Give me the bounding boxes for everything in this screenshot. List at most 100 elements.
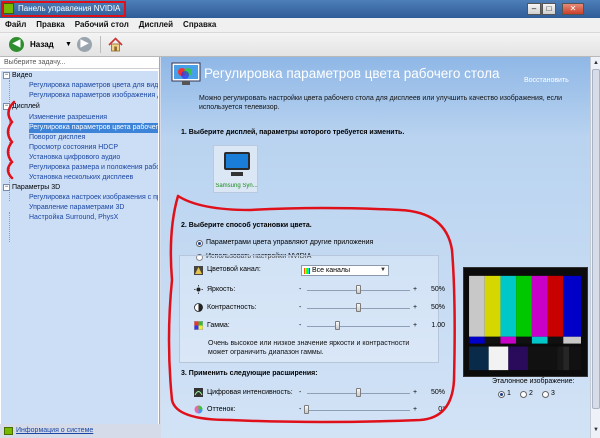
- title-annotation: [1, 1, 126, 17]
- reference-option-3: 3: [551, 390, 555, 397]
- gamma-label: Гамма:: [207, 322, 230, 329]
- contrast-slider-thumb[interactable]: [355, 303, 361, 312]
- color-channel-select[interactable]: Все каналы ▼: [301, 265, 389, 276]
- gamma-value: 1.00: [431, 322, 445, 329]
- reference-option-2: 2: [529, 390, 533, 397]
- maximize-button[interactable]: □: [542, 3, 556, 15]
- color-channel-label: Цветовой канал:: [207, 266, 261, 273]
- page-description: Можно регулировать настройки цвета рабоч…: [199, 95, 563, 111]
- restore-link[interactable]: Восстановить: [524, 77, 569, 84]
- tree-item-selected[interactable]: Регулировка параметров цвета рабочег: [29, 123, 158, 133]
- menu-bar: Файл Правка Рабочий стол Дисплей Справка: [0, 18, 600, 33]
- monitor-icon: [224, 152, 250, 170]
- brightness-icon: [194, 285, 203, 294]
- tree-item[interactable]: Регулировка настроек изображения с пр: [29, 193, 158, 203]
- tree-item[interactable]: Настройка Surround, PhysX: [29, 213, 158, 223]
- reference-radio-3[interactable]: [542, 391, 549, 398]
- hue-label: Оттенок:: [207, 406, 236, 413]
- vibrance-value: 50%: [430, 389, 445, 396]
- back-button-label[interactable]: Назад: [30, 40, 54, 49]
- history-dropdown-icon[interactable]: ▼: [65, 41, 72, 48]
- brightness-value: 50%: [430, 286, 445, 293]
- tree-category-3d[interactable]: − Параметры 3D: [3, 183, 60, 193]
- gamma-slider-thumb[interactable]: [334, 321, 340, 330]
- monitor-stand: [231, 172, 243, 176]
- section-3-heading: 3. Применить следующие расширения:: [181, 370, 318, 377]
- contrast-icon: [194, 303, 203, 312]
- menu-file[interactable]: Файл: [0, 18, 31, 31]
- toolbar: ◀ Назад ▼ ▶: [0, 33, 600, 57]
- brightness-slider-thumb[interactable]: [355, 285, 361, 294]
- tree-item[interactable]: Просмотр состояния HDCP: [29, 143, 158, 153]
- scrollbar-thumb[interactable]: [592, 69, 600, 409]
- gamma-icon: [194, 321, 203, 330]
- collapse-icon[interactable]: −: [3, 183, 10, 191]
- brightness-minus[interactable]: -: [299, 286, 301, 293]
- hue-value: 0°: [438, 406, 445, 413]
- color-swatch-icon: [304, 268, 310, 274]
- close-button[interactable]: ✕: [562, 3, 584, 15]
- contrast-label: Контрастность:: [207, 304, 257, 311]
- page-title: Регулировка параметров цвета рабочего ст…: [204, 66, 500, 81]
- display-name: Samsung Syn...: [215, 183, 258, 189]
- reference-option-1: 1: [507, 390, 511, 397]
- tree-category-display[interactable]: − Дисплей: [3, 102, 40, 112]
- toolbar-separator: [100, 36, 101, 53]
- forward-icon[interactable]: ▶: [77, 37, 92, 52]
- nvidia-info-icon: [4, 427, 13, 435]
- reference-radio-1[interactable]: [498, 391, 505, 398]
- display-selector[interactable]: Samsung Syn...: [213, 145, 258, 193]
- brightness-label: Яркость:: [207, 286, 236, 293]
- contrast-value: 50%: [430, 304, 445, 311]
- color-channel-icon: [194, 266, 203, 275]
- menu-edit[interactable]: Правка: [31, 18, 69, 31]
- section-2-heading: 2. Выберите способ установки цвета.: [181, 222, 312, 229]
- reference-image-caption: Эталонное изображение:: [492, 378, 575, 385]
- tree-item[interactable]: Поворот дисплея: [29, 133, 158, 143]
- tree-item[interactable]: Установка нескольких дисплеев: [29, 173, 158, 183]
- display-color-icon: [171, 62, 201, 85]
- hue-icon: [194, 405, 203, 414]
- home-icon[interactable]: [108, 37, 123, 52]
- digital-vibrance-label: Цифровая интенсивность:: [207, 389, 293, 396]
- menu-desktop[interactable]: Рабочий стол: [70, 18, 134, 31]
- collapse-icon[interactable]: −: [3, 102, 10, 110]
- tree-item[interactable]: Изменение разрешения: [29, 113, 158, 123]
- gamma-warning-note: Очень высокое или низкое значение яркост…: [208, 340, 410, 356]
- chevron-down-icon: ▼: [380, 267, 386, 273]
- section-1-heading: 1. Выберите дисплей, параметры которого …: [181, 129, 405, 136]
- system-info: Информация о системе: [0, 424, 160, 438]
- minimize-button[interactable]: –: [527, 3, 541, 15]
- tree-guide: [9, 212, 10, 242]
- tree-item[interactable]: Регулировка параметров цвета для вид: [29, 81, 158, 91]
- gamma-minus[interactable]: -: [299, 322, 301, 329]
- radio-other-apps[interactable]: [196, 240, 203, 247]
- tree-category-video[interactable]: − Видео: [3, 71, 32, 81]
- digital-vibrance-icon: [194, 388, 203, 397]
- tree-item[interactable]: Управление параметрами 3D: [29, 203, 158, 213]
- back-icon[interactable]: ◀: [9, 37, 24, 52]
- scroll-down-icon[interactable]: ▼: [592, 426, 600, 434]
- reference-test-image: [463, 267, 588, 377]
- tree-item[interactable]: Регулировка размера и положения рабо: [29, 163, 158, 173]
- tree-item[interactable]: Установка цифрового аудио: [29, 153, 158, 163]
- title-bar: Панель управления NVIDIA – □ ✕: [0, 0, 600, 18]
- collapse-icon[interactable]: −: [3, 71, 10, 79]
- main-scrollbar[interactable]: ▲ ▼: [590, 57, 600, 438]
- tree-item[interactable]: Регулировка параметров изображения д: [29, 91, 158, 101]
- menu-display[interactable]: Дисплей: [134, 18, 178, 31]
- reference-radio-2[interactable]: [520, 391, 527, 398]
- hue-slider-thumb[interactable]: [304, 405, 309, 414]
- hue-minus[interactable]: -: [299, 406, 301, 413]
- system-info-link[interactable]: Информация о системе: [16, 427, 93, 434]
- hue-track[interactable]: [307, 410, 410, 411]
- contrast-minus[interactable]: -: [299, 304, 301, 311]
- vibrance-slider-thumb[interactable]: [355, 388, 361, 397]
- vibrance-minus[interactable]: -: [299, 389, 301, 396]
- main-panel: Регулировка параметров цвета рабочего ст…: [161, 57, 600, 438]
- task-prompt: Выберите задачу...: [0, 57, 159, 69]
- scroll-up-icon[interactable]: ▲: [592, 59, 600, 67]
- gamma-track[interactable]: [307, 326, 410, 327]
- menu-help[interactable]: Справка: [178, 18, 221, 31]
- radio-other-apps-label: Параметрами цвета управляют другие прило…: [206, 239, 374, 246]
